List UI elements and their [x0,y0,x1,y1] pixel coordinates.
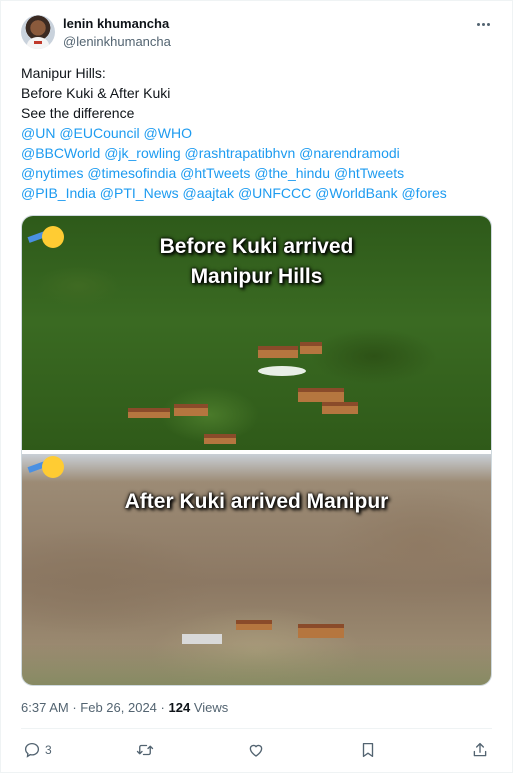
building [236,620,272,630]
building [182,634,222,644]
meta-separator: · [160,700,165,715]
tweet-image[interactable]: Before Kuki arrived Manipur Hills After … [21,215,492,686]
views-label: Views [193,700,229,715]
before-photo: Before Kuki arrived Manipur Hills [22,216,491,450]
building [128,408,170,418]
mention-line[interactable]: @nytimes @timesofindia @htTweets @the_hi… [21,163,491,183]
retweet-icon [135,741,155,759]
tweet-line: Before Kuki & After Kuki [21,85,171,101]
mention-line[interactable]: @UN @EUCouncil @WHO [21,123,491,143]
meta-separator: · [72,700,77,715]
mention-line[interactable]: @PIB_India @PTI_News @aajtak @UNFCCC @Wo… [21,183,491,203]
party-emoji-icon [27,456,68,478]
building [204,434,236,444]
bookmark-button[interactable] [359,738,377,762]
avatar-badge [34,41,42,44]
building [298,388,344,402]
tweet-date[interactable]: Feb 26, 2024 [80,700,157,715]
author-name[interactable]: lenin khumancha [63,16,169,31]
divider [21,728,492,729]
avatar[interactable] [21,15,55,49]
like-icon [247,741,265,759]
author-handle[interactable]: @leninkhumancha [63,34,171,49]
reply-button[interactable]: 3 [23,738,52,762]
reply-icon [23,741,41,759]
building [174,404,208,416]
building [298,624,344,638]
mention-line[interactable]: @BBCWorld @jk_rowling @rashtrapatibhvn @… [21,143,491,163]
after-caption: After Kuki arrived Manipur [124,490,389,513]
tweet-meta: 6:37 AM · Feb 26, 2024 · 124 Views [21,700,228,715]
pool [258,366,306,376]
more-options-icon[interactable] [476,17,492,31]
building [258,346,298,358]
tweet-header: lenin khumancha @leninkhumancha [21,15,492,55]
share-button[interactable] [471,738,489,762]
bookmark-icon [359,741,377,759]
like-button[interactable] [247,738,265,762]
tweet-card: lenin khumancha @leninkhumancha Manipur … [0,0,513,773]
building [300,342,322,354]
lower-field [22,644,491,685]
reply-count: 3 [45,743,52,757]
tweet-time[interactable]: 6:37 AM [21,700,69,715]
tweet-line: See the difference [21,105,135,121]
views-count: 124 [168,700,191,715]
tweet-line: Manipur Hills: [21,65,106,81]
tweet-text: Manipur Hills: Before Kuki & After Kuki … [21,63,491,203]
share-icon [471,741,489,759]
action-bar: 3 [21,738,492,762]
after-photo: After Kuki arrived Manipur [22,454,491,685]
before-caption: Before Kuki arrived Manipur Hills [159,235,354,288]
retweet-button[interactable] [135,738,155,762]
building [322,402,358,414]
